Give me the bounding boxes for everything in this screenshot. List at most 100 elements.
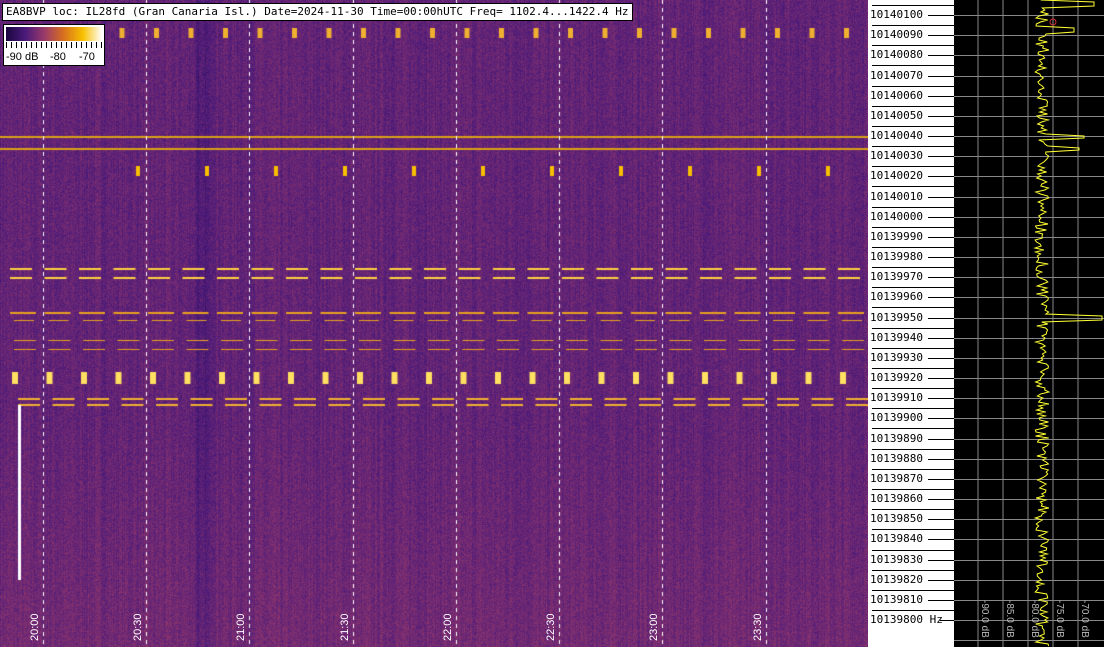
frequency-tick-label: 10139850 [870,512,923,526]
waterfall-spectrogram [0,0,868,647]
frequency-tick-label: 10139800 Hz [870,613,943,627]
frequency-minor-tick [872,106,954,107]
frequency-tick-label: 10139920 [870,371,923,385]
frequency-minor-tick [872,388,954,389]
frequency-tick-label: 10140020 [870,169,923,183]
frequency-minor-tick [872,287,954,288]
frequency-tick [928,96,954,97]
spectrum-panel: -90.0 dB -85.0 dB -80.0 dB -75.0 dB -70.0 dB [954,0,1104,647]
frequency-minor-tick [872,267,954,268]
frequency-tick-label: 10139930 [870,350,923,364]
frequency-minor-tick [872,368,954,369]
frequency-tick [928,156,954,157]
db-tick-label: -70.0 dB [1079,600,1090,638]
frequency-tick-label: 10140070 [870,68,923,82]
frequency-minor-tick [872,126,954,127]
frequency-tick-label: 10139830 [870,552,923,566]
frequency-tick [928,338,954,339]
color-gradient [6,27,102,41]
frequency-tick [928,55,954,56]
frequency-tick [928,580,954,581]
frequency-minor-tick [872,509,954,510]
frequency-tick-label: 10139940 [870,330,923,344]
frequency-tick-label: 10139860 [870,492,923,506]
frequency-tick [928,197,954,198]
frequency-minor-tick [872,247,954,248]
frequency-tick [928,560,954,561]
time-tick-label: 23:30 [752,613,764,641]
time-tick-label: 23:00 [648,613,660,641]
frequency-minor-tick [872,166,954,167]
frequency-tick [928,418,954,419]
time-tick-label: 21:30 [339,613,351,641]
frequency-minor-tick [872,529,954,530]
frequency-tick [928,176,954,177]
frequency-tick [928,539,954,540]
frequency-minor-tick [872,65,954,66]
frequency-tick [928,277,954,278]
frequency-tick [928,35,954,36]
frequency-minor-tick [872,227,954,228]
frequency-tick [928,398,954,399]
frequency-tick-label: 10140010 [870,189,923,203]
frequency-tick-label: 10139890 [870,431,923,445]
time-tick-label: 20:00 [29,613,41,641]
frequency-tick-label: 10139980 [870,250,923,264]
frequency-tick [928,217,954,218]
frequency-axis: 10140100 10140090 10140080 10140070 10140060… [868,0,954,647]
color-scale-legend: -90 dB -80 -70 [3,24,105,66]
frequency-minor-tick [872,590,954,591]
frequency-tick-label: 10139840 [870,532,923,546]
frequency-minor-tick [872,207,954,208]
frequency-tick-label: 10140090 [870,28,923,42]
frequency-tick-label: 10140050 [870,108,923,122]
frequency-tick [928,479,954,480]
frequency-tick-label: 10139910 [870,391,923,405]
frequency-tick [928,519,954,520]
frequency-tick-label: 10140000 [870,209,923,223]
frequency-tick-label: 10139990 [870,229,923,243]
frequency-tick-label: 10140030 [870,149,923,163]
frequency-tick-label: 10140100 [870,8,923,21]
frequency-tick-label: 10139970 [870,270,923,284]
frequency-tick-label: 10139900 [870,411,923,425]
frequency-tick-label: 10140040 [870,129,923,143]
frequency-minor-tick [872,86,954,87]
time-tick-label: 22:00 [442,613,454,641]
frequency-minor-tick [872,570,954,571]
frequency-minor-tick [872,550,954,551]
frequency-minor-tick [872,146,954,147]
frequency-tick [928,257,954,258]
frequency-minor-tick [872,328,954,329]
frequency-minor-tick [872,25,954,26]
frequency-tick [928,378,954,379]
frequency-tick [928,358,954,359]
frequency-minor-tick [872,449,954,450]
frequency-tick [928,318,954,319]
frequency-minor-tick [872,428,954,429]
frequency-tick-label: 10139960 [870,290,923,304]
grabber-title: EA8BVP loc: IL28fd (Gran Canaria Isl.) D… [2,3,633,21]
time-tick-label: 21:00 [235,613,247,641]
frequency-tick [928,439,954,440]
frequency-tick [928,15,954,16]
frequency-minor-tick [872,5,954,6]
frequency-tick [928,237,954,238]
frequency-minor-tick [872,186,954,187]
time-tick-label: 22:30 [545,613,557,641]
legend-ticks [6,42,102,48]
frequency-tick [928,76,954,77]
frequency-minor-tick [872,610,954,611]
frequency-minor-tick [872,307,954,308]
legend-label: -70 [79,51,95,63]
frequency-tick [928,499,954,500]
frequency-minor-tick [872,469,954,470]
frequency-tick [928,459,954,460]
legend-label: -90 dB [6,51,39,63]
frequency-minor-tick [872,489,954,490]
frequency-tick [928,136,954,137]
spectrum-plot [954,0,1104,647]
frequency-tick-label: 10139880 [870,451,923,465]
frequency-tick-label: 10140060 [870,88,923,102]
frequency-tick-label: 10139870 [870,471,923,485]
